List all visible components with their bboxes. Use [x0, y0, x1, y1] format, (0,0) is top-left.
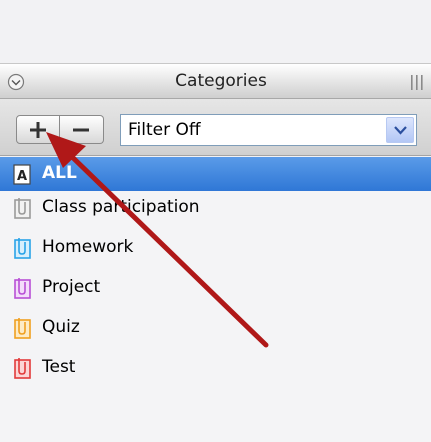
all-icon: A	[13, 163, 32, 185]
minus-icon	[73, 128, 89, 132]
blue-category-icon	[13, 237, 32, 259]
category-list: A ALL Class participation Homework Proje…	[0, 157, 431, 442]
resize-grip-icon[interactable]	[410, 75, 424, 90]
list-item-quiz[interactable]: Quiz	[0, 311, 431, 345]
svg-text:A: A	[17, 169, 27, 184]
add-category-button[interactable]	[16, 115, 60, 144]
chevron-down-icon	[394, 126, 407, 135]
purple-category-icon	[13, 277, 32, 299]
list-item-project[interactable]: Project	[0, 271, 431, 305]
panel-title: Categories	[175, 71, 267, 91]
filter-select-value: Filter Off	[128, 120, 201, 140]
gray-category-icon	[13, 197, 32, 219]
list-item-label: ALL	[42, 163, 77, 183]
remove-category-button[interactable]	[60, 115, 104, 144]
plus-icon	[30, 122, 46, 138]
list-item-homework[interactable]: Homework	[0, 231, 431, 265]
list-item-label: Project	[42, 277, 101, 297]
red-category-icon	[13, 357, 32, 379]
categories-toolbar: Filter Off	[0, 99, 431, 156]
dropdown-button[interactable]	[386, 117, 414, 143]
list-item-label: Test	[42, 357, 76, 377]
list-item-label: Homework	[42, 237, 134, 257]
filter-select[interactable]: Filter Off	[120, 114, 417, 146]
categories-header: Categories	[0, 63, 431, 99]
list-item-test[interactable]: Test	[0, 351, 431, 385]
list-item-label: Quiz	[42, 317, 80, 337]
list-item-all[interactable]: A ALL	[0, 157, 431, 191]
orange-category-icon	[13, 317, 32, 339]
collapse-icon[interactable]	[7, 73, 25, 91]
list-item-label: Class participation	[42, 197, 200, 217]
list-item-class-participation[interactable]: Class participation	[0, 191, 431, 225]
